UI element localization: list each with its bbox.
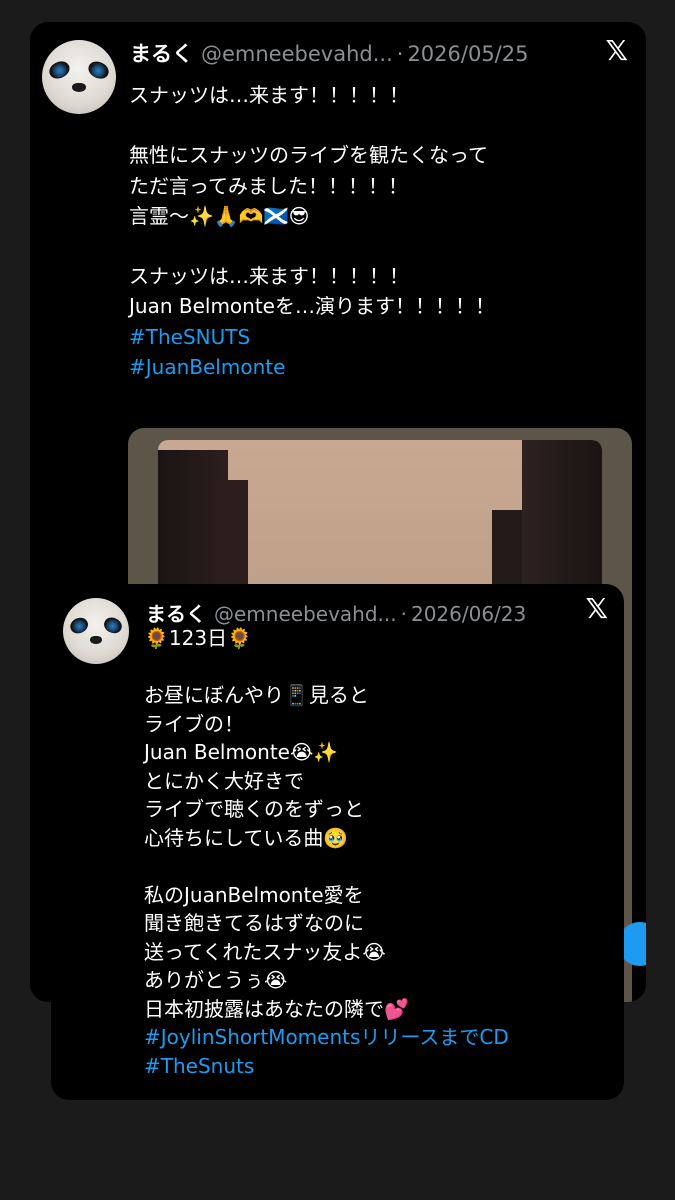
avatar-nose xyxy=(90,636,102,645)
avatar[interactable] xyxy=(42,40,116,114)
tweet-header: まるく @emneebevahd... · 2026/06/23 xyxy=(146,598,526,627)
tweet-card-2[interactable]: まるく @emneebevahd... · 2026/06/23 𝕏 🌻123日… xyxy=(51,584,624,1100)
display-name[interactable]: まるく xyxy=(146,598,206,627)
hashtag-link[interactable]: #JuanBelmonte xyxy=(129,352,495,382)
avatar-eye-right xyxy=(85,58,112,83)
avatar[interactable] xyxy=(63,598,129,664)
user-handle[interactable]: @emneebevahd... xyxy=(201,42,393,66)
tweet-body: スナッツは…来ます！！！！！ 無性にスナッツのライブを観たくなって ただ言ってみ… xyxy=(129,80,495,382)
post-date[interactable]: 2026/06/23 xyxy=(411,602,526,626)
x-logo-icon[interactable]: 𝕏 xyxy=(585,592,608,625)
user-handle[interactable]: @emneebevahd... xyxy=(214,602,397,626)
post-date[interactable]: 2026/05/25 xyxy=(407,42,528,66)
avatar-eye-left xyxy=(67,614,91,636)
display-name[interactable]: まるく xyxy=(130,38,193,68)
tweet-header: まるく @emneebevahd... · 2026/05/25 xyxy=(130,38,528,68)
hashtag-link[interactable]: #TheSnuts xyxy=(144,1052,509,1081)
hashtag-link[interactable]: #JoylinShortMomentsリリースまでCD xyxy=(144,1023,509,1052)
avatar-eye-right xyxy=(101,614,125,636)
x-logo-icon[interactable]: 𝕏 xyxy=(605,34,628,67)
separator: · xyxy=(400,602,407,626)
tweet-text: 🌻123日🌻 お昼にぼんやり📱見ると ライブの！ Juan Belmonte😭✨… xyxy=(144,626,409,1021)
tweet-body: 🌻123日🌻 お昼にぼんやり📱見ると ライブの！ Juan Belmonte😭✨… xyxy=(144,624,509,1080)
tweet-text: スナッツは…来ます！！！！！ 無性にスナッツのライブを観たくなって ただ言ってみ… xyxy=(129,83,495,319)
separator: · xyxy=(396,42,404,66)
avatar-eye-left xyxy=(46,58,73,83)
hashtag-link[interactable]: #TheSNUTS xyxy=(129,322,495,352)
avatar-nose xyxy=(72,82,86,92)
